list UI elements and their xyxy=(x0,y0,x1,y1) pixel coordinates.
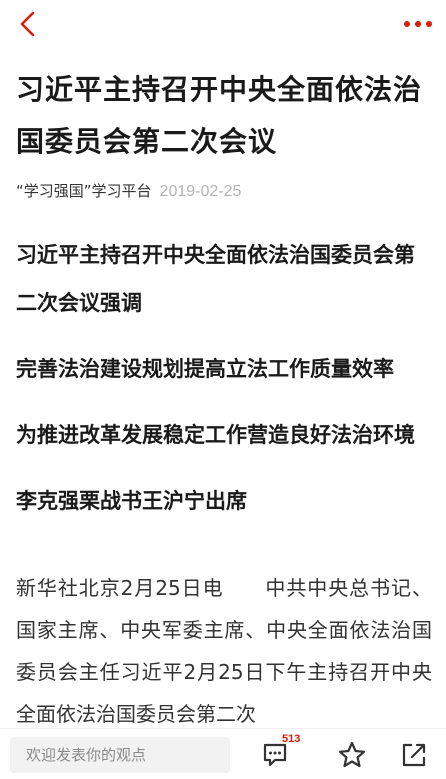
comment-input[interactable] xyxy=(10,737,230,773)
chevron-left-icon xyxy=(20,11,35,37)
subheading: 习近平主持召开中央全面依法治国委员会第二次会议强调 xyxy=(16,243,415,315)
article-body: 新华社北京2月25日电 中共中央总书记、国家主席、中央军委主席、中央全面依法治国… xyxy=(16,576,432,726)
star-icon xyxy=(338,741,366,768)
comment-count-badge: 513 xyxy=(282,733,301,745)
more-dots-icon xyxy=(404,21,432,27)
subheading: 李克强栗战书王沪宁出席 xyxy=(16,489,247,513)
back-button[interactable] xyxy=(0,0,56,48)
more-options-button[interactable] xyxy=(390,0,446,48)
subheading: 为推进改革发展稳定工作营造良好法治环境 xyxy=(16,423,415,447)
article-meta: “学习强国”学习平台 2019-02-25 xyxy=(16,178,241,205)
share-icon xyxy=(402,743,426,767)
subheading: 完善法治建设规划提高立法工作质量效率 xyxy=(16,357,394,381)
article-title: 习近平主持召开中央全面依法治国委员会第二次会议 xyxy=(16,73,423,158)
share-button[interactable] xyxy=(396,737,432,773)
article-date: 2019-02-25 xyxy=(159,183,242,200)
bottom-action-bar: 513 xyxy=(0,728,446,779)
article-source: “学习强国”学习平台 xyxy=(16,182,152,200)
favorite-button[interactable] xyxy=(334,737,370,773)
top-navigation-bar xyxy=(0,0,446,48)
article-subheadings: 习近平主持召开中央全面依法治国委员会第二次会议强调 完善法治建设规划提高立法工作… xyxy=(16,231,434,543)
